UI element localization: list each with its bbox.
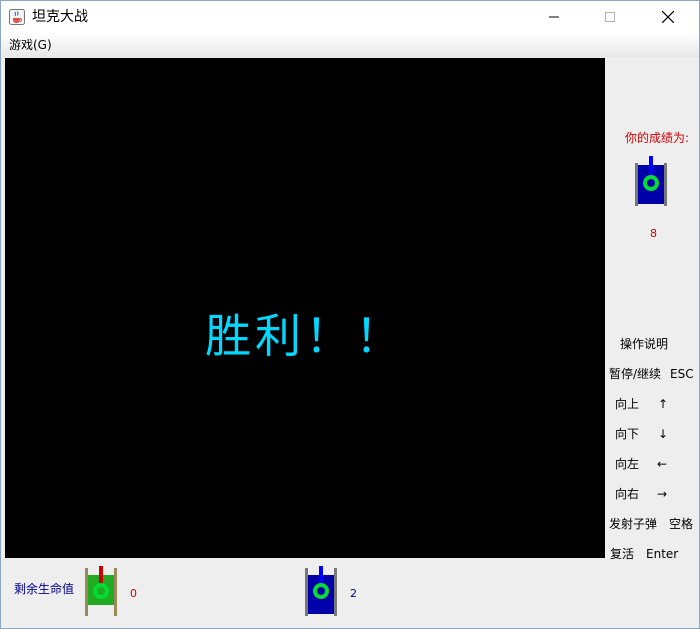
help-key-left: ← [657, 457, 668, 471]
game-window: 坦克大战 游戏(G) 胜利！！ 你的成绩为: 8 操作说明 暂停/继续 ESC … [0, 0, 700, 629]
player-tank-icon [85, 566, 117, 616]
help-action-down: 向下 [615, 427, 640, 441]
minimize-icon [549, 16, 559, 18]
score-value: 8 [650, 227, 657, 240]
minimize-button[interactable] [531, 1, 577, 33]
help-action-fire: 发射子弹 [609, 517, 658, 531]
game-canvas[interactable]: 胜利！！ [5, 58, 605, 558]
help-key-fire: 空格 [669, 517, 694, 531]
help-action-revive: 复活 [610, 547, 635, 561]
help-action-up: 向上 [615, 397, 640, 411]
title-bar[interactable]: 坦克大战 [1, 1, 699, 33]
enemy-tank-icon [635, 156, 667, 206]
maximize-button[interactable] [587, 1, 633, 33]
help-key-right: → [657, 487, 668, 501]
window-title: 坦克大战 [32, 9, 88, 25]
help-key-down: ↓ [658, 427, 669, 441]
help-key-up: ↑ [658, 397, 669, 411]
player-lives-value: 0 [130, 587, 137, 600]
lives-label: 剩余生命值 [14, 582, 75, 596]
help-title: 操作说明 [620, 337, 669, 351]
help-key-pause: ESC [670, 367, 694, 381]
victory-message: 胜利！！ [205, 309, 405, 363]
close-button[interactable] [645, 1, 691, 33]
enemy-count-value: 2 [350, 587, 357, 600]
score-label: 你的成绩为: [625, 131, 690, 145]
help-action-right: 向右 [615, 487, 640, 501]
help-action-left: 向左 [615, 457, 640, 471]
java-coffee-icon [9, 9, 25, 25]
menu-game[interactable]: 游戏(G) [9, 37, 52, 53]
help-action-pause: 暂停/继续 [609, 367, 662, 381]
maximize-icon [605, 12, 615, 22]
menu-bar: 游戏(G) [1, 33, 699, 57]
enemy-tank-icon [305, 566, 337, 616]
help-key-revive: Enter [646, 547, 679, 561]
close-icon [662, 11, 674, 23]
